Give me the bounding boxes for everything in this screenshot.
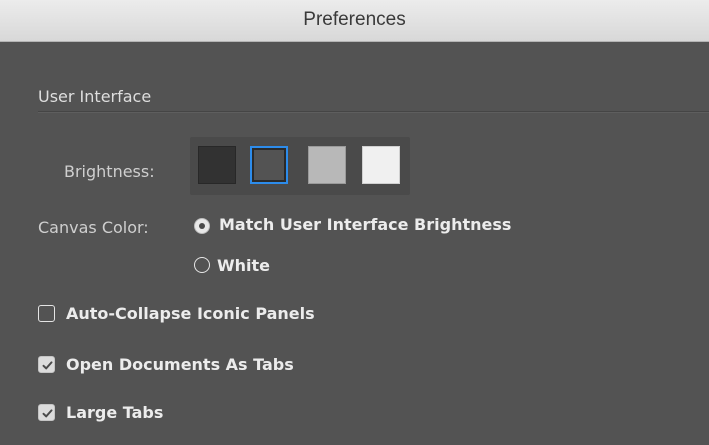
brightness-swatch-medium-dark[interactable] — [250, 146, 288, 184]
section-divider — [38, 111, 709, 113]
canvas-color-label: Canvas Color: — [38, 218, 149, 237]
checkbox-large-tabs[interactable] — [38, 404, 55, 421]
checkbox-open-documents-as-tabs[interactable] — [38, 356, 55, 373]
checkbox-label-auto-collapse-iconic-panels[interactable]: Auto-Collapse Iconic Panels — [66, 304, 315, 323]
radio-label-white[interactable]: White — [217, 256, 270, 275]
brightness-swatch-dark[interactable] — [198, 146, 236, 184]
window-title: Preferences — [303, 9, 406, 30]
radio-match-ui-brightness[interactable] — [194, 218, 210, 234]
brightness-swatch-medium-light[interactable] — [308, 146, 346, 184]
section-heading-user-interface: User Interface — [38, 87, 152, 106]
brightness-swatch-light[interactable] — [362, 146, 400, 184]
checkmark-icon — [42, 361, 53, 370]
window-titlebar: Preferences — [0, 0, 709, 42]
checkmark-icon — [42, 409, 53, 418]
brightness-label: Brightness: — [64, 162, 155, 181]
checkbox-label-large-tabs[interactable]: Large Tabs — [66, 403, 163, 422]
brightness-selector — [190, 137, 410, 195]
radio-white[interactable] — [194, 257, 210, 273]
checkbox-auto-collapse-iconic-panels[interactable] — [38, 305, 55, 322]
checkbox-label-open-documents-as-tabs[interactable]: Open Documents As Tabs — [66, 355, 294, 374]
radio-label-match-ui-brightness[interactable]: Match User Interface Brightness — [219, 215, 511, 234]
